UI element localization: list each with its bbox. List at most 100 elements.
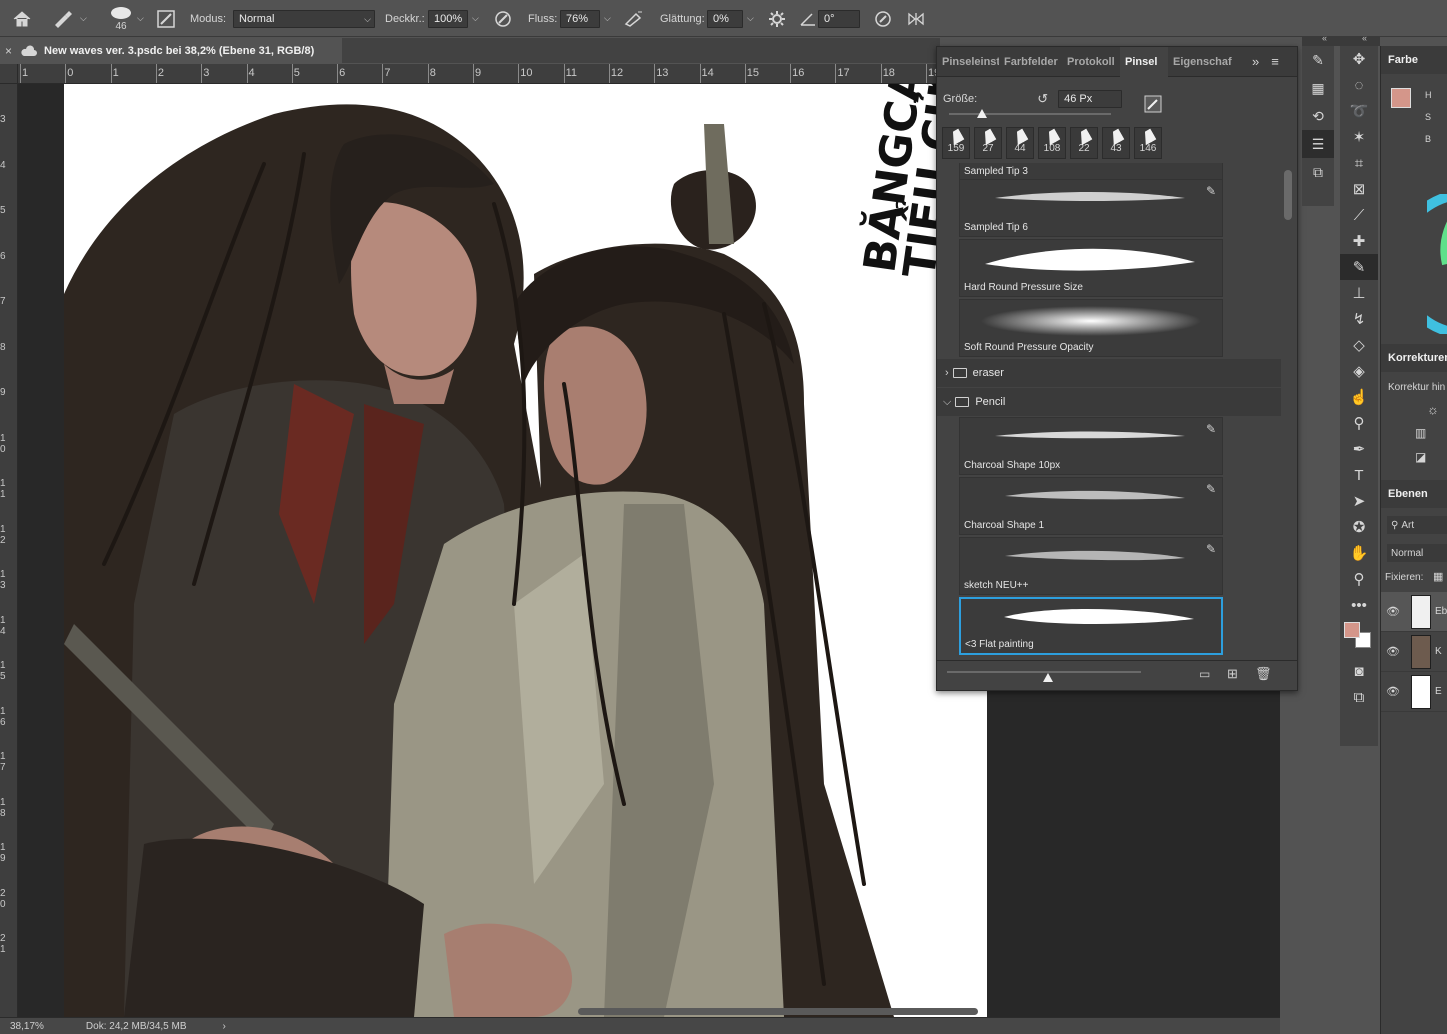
pressure-opacity-icon[interactable] bbox=[494, 0, 512, 37]
angle-field[interactable]: 0° bbox=[818, 0, 860, 37]
layer-row-active[interactable]: 👁 Eb bbox=[1381, 592, 1447, 632]
layer-filter[interactable]: ⚲ Art bbox=[1387, 516, 1447, 534]
eye-icon[interactable]: 👁 bbox=[1385, 645, 1401, 658]
new-brush-icon[interactable] bbox=[1144, 95, 1162, 113]
expand-panel-icon[interactable]: » bbox=[1252, 54, 1259, 69]
frame-tool-icon[interactable]: ⊠ bbox=[1340, 176, 1378, 202]
brush-preset-picker[interactable]: 46 bbox=[108, 0, 134, 37]
tab-swatches[interactable]: Farbfelder bbox=[999, 47, 1062, 77]
adjustments-panel-title[interactable]: Korrekturen bbox=[1381, 344, 1447, 372]
gear-icon[interactable] bbox=[768, 0, 786, 37]
color-panel-title[interactable]: Farbe bbox=[1381, 46, 1447, 74]
pressure-size-icon[interactable] bbox=[874, 0, 892, 37]
zoom-level[interactable]: 38,17% bbox=[10, 1021, 44, 1032]
chevron-right-icon[interactable]: › bbox=[223, 1021, 226, 1032]
flow-field[interactable]: 76% ⌵ bbox=[560, 0, 611, 37]
color-swatches[interactable] bbox=[1340, 618, 1378, 658]
eraser-tool-icon[interactable]: ◇ bbox=[1340, 332, 1378, 358]
chevron-down-icon[interactable]: ⌵ bbox=[137, 13, 144, 24]
chevron-down-icon[interactable]: ⌵ bbox=[747, 13, 754, 24]
properties-panel-icon[interactable]: ⧉ bbox=[1302, 158, 1334, 186]
path-selection-tool-icon[interactable]: ➤ bbox=[1340, 488, 1378, 514]
vertical-ruler[interactable]: 3 4 5 6 7 8 9 1 0 1 1 1 2 1 3 1 4 1 5 1 6 1 7 1 8 1 9 2 0… bbox=[0, 84, 18, 1019]
tab-properties[interactable]: Eigenschaf bbox=[1168, 47, 1238, 77]
bucket-tool-icon[interactable]: ◈ bbox=[1340, 358, 1378, 384]
document-tab[interactable]: × New waves ver. 3.psdc bei 38,2% (Ebene… bbox=[0, 38, 342, 63]
brush-preset[interactable]: 159 bbox=[942, 127, 970, 159]
layer-blend-mode[interactable]: Normal bbox=[1387, 544, 1447, 562]
preview-size-handle[interactable] bbox=[1043, 673, 1053, 682]
color-wheel[interactable] bbox=[1427, 194, 1447, 334]
brush-preset[interactable]: 43 bbox=[1102, 127, 1130, 159]
photo-filter-icon[interactable]: ◪ bbox=[1415, 450, 1426, 464]
quick-mask-icon[interactable]: ◙ bbox=[1340, 658, 1378, 684]
new-group-icon[interactable]: ▭ bbox=[1199, 667, 1210, 681]
levels-adjust-icon[interactable]: ▥ bbox=[1415, 426, 1426, 440]
layer-row[interactable]: 👁 E bbox=[1381, 672, 1447, 712]
reset-size-icon[interactable]: ↺ bbox=[1037, 91, 1048, 107]
brush-item[interactable]: ✎ Charcoal Shape 1 bbox=[959, 477, 1223, 535]
type-tool-icon[interactable]: T bbox=[1340, 462, 1378, 488]
brush-settings-panel-icon[interactable]: ✎ bbox=[1302, 46, 1334, 74]
size-slider-track[interactable] bbox=[949, 113, 1111, 115]
move-tool-icon[interactable]: ✥ bbox=[1340, 46, 1378, 72]
add-brush-icon[interactable]: ⊞ bbox=[1227, 666, 1238, 682]
chevron-down-icon[interactable]: ⌵ bbox=[472, 13, 479, 24]
chevron-down-icon[interactable]: ⌵ bbox=[604, 13, 611, 24]
symmetry-icon[interactable] bbox=[906, 0, 926, 37]
history-brush-tool-icon[interactable]: ↯ bbox=[1340, 306, 1378, 332]
chevron-right-icon[interactable]: › bbox=[945, 367, 949, 379]
collapse-icon[interactable]: « bbox=[1322, 33, 1327, 43]
brush-preset[interactable]: 27 bbox=[974, 127, 1002, 159]
ruler-origin[interactable] bbox=[0, 64, 18, 84]
swatches-panel-icon[interactable]: ▦ bbox=[1302, 74, 1334, 102]
document-info[interactable]: Dok: 24,2 MB/34,5 MB bbox=[86, 1021, 187, 1032]
healing-tool-icon[interactable]: ✚ bbox=[1340, 228, 1378, 254]
home-icon[interactable] bbox=[12, 0, 32, 37]
opacity-field[interactable]: 100% ⌵ bbox=[428, 0, 479, 37]
brush-item[interactable]: ✎ Sampled Tip 6 bbox=[959, 179, 1223, 237]
foreground-color-swatch[interactable] bbox=[1391, 88, 1411, 108]
airbrush-icon[interactable] bbox=[624, 0, 644, 37]
artwork-canvas[interactable]: BĂNGCA TIỂU CỬU bbox=[64, 84, 987, 1017]
history-panel-icon[interactable]: ⟲ bbox=[1302, 102, 1334, 130]
brushes-panel-icon[interactable]: ☰ bbox=[1302, 130, 1334, 158]
lasso-tool-icon[interactable]: ➰ bbox=[1340, 98, 1378, 124]
opacity-value[interactable]: 100% bbox=[428, 9, 468, 28]
smudge-tool-icon[interactable]: ☝ bbox=[1340, 384, 1378, 410]
smoothing-value[interactable]: 0% bbox=[707, 9, 743, 28]
brush-preset[interactable]: 108 bbox=[1038, 127, 1066, 159]
brush-item[interactable]: Soft Round Pressure Opacity bbox=[959, 299, 1223, 357]
brush-list-scrollbar[interactable] bbox=[1284, 170, 1292, 220]
crop-tool-icon[interactable]: ⌗ bbox=[1340, 150, 1378, 176]
eye-icon[interactable]: 👁 bbox=[1385, 685, 1401, 698]
eyedropper-tool-icon[interactable]: ⟋ bbox=[1340, 202, 1378, 228]
layer-row[interactable]: 👁 K bbox=[1381, 632, 1447, 672]
more-tools-icon[interactable]: ••• bbox=[1340, 592, 1378, 618]
collapse-icon[interactable]: « bbox=[1362, 33, 1367, 43]
panel-menu-icon[interactable]: ≡ bbox=[1271, 54, 1279, 69]
tab-history[interactable]: Protokoll bbox=[1062, 47, 1120, 77]
size-field[interactable]: 46 Px bbox=[1058, 90, 1123, 108]
brush-tool-icon[interactable]: ⌵ bbox=[52, 0, 87, 37]
edit-brush-icon[interactable]: ✎ bbox=[1206, 422, 1216, 436]
brush-item[interactable]: ✎ sketch NEU++ bbox=[959, 537, 1223, 595]
hand-tool-icon[interactable]: ✋ bbox=[1340, 540, 1378, 566]
tab-brushes[interactable]: Pinsel bbox=[1120, 46, 1168, 77]
zoom-tool-icon[interactable]: ⚲ bbox=[1340, 566, 1378, 592]
flow-value[interactable]: 76% bbox=[560, 9, 600, 28]
trash-icon[interactable]: 🗑 bbox=[1255, 666, 1272, 682]
close-icon[interactable]: × bbox=[5, 44, 12, 58]
size-slider-handle[interactable] bbox=[977, 109, 987, 118]
lock-transparency-icon[interactable]: ▦ bbox=[1433, 570, 1443, 583]
chevron-down-icon[interactable]: ⌵ bbox=[943, 396, 951, 409]
brush-preset[interactable]: 146 bbox=[1134, 127, 1162, 159]
tab-brush-settings[interactable]: Pinseleinst bbox=[937, 47, 999, 77]
layers-panel-title[interactable]: Ebenen bbox=[1381, 480, 1447, 508]
shape-tool-icon[interactable]: ✪ bbox=[1340, 514, 1378, 540]
smoothing-field[interactable]: 0% ⌵ bbox=[707, 0, 754, 37]
brush-item[interactable]: Hard Round Pressure Size bbox=[959, 239, 1223, 297]
brush-group-pencil[interactable]: ⌵ Pencil bbox=[937, 388, 1281, 416]
horizontal-scrollbar[interactable] bbox=[578, 1008, 978, 1015]
screen-mode-icon[interactable]: ⧉ bbox=[1340, 684, 1378, 710]
